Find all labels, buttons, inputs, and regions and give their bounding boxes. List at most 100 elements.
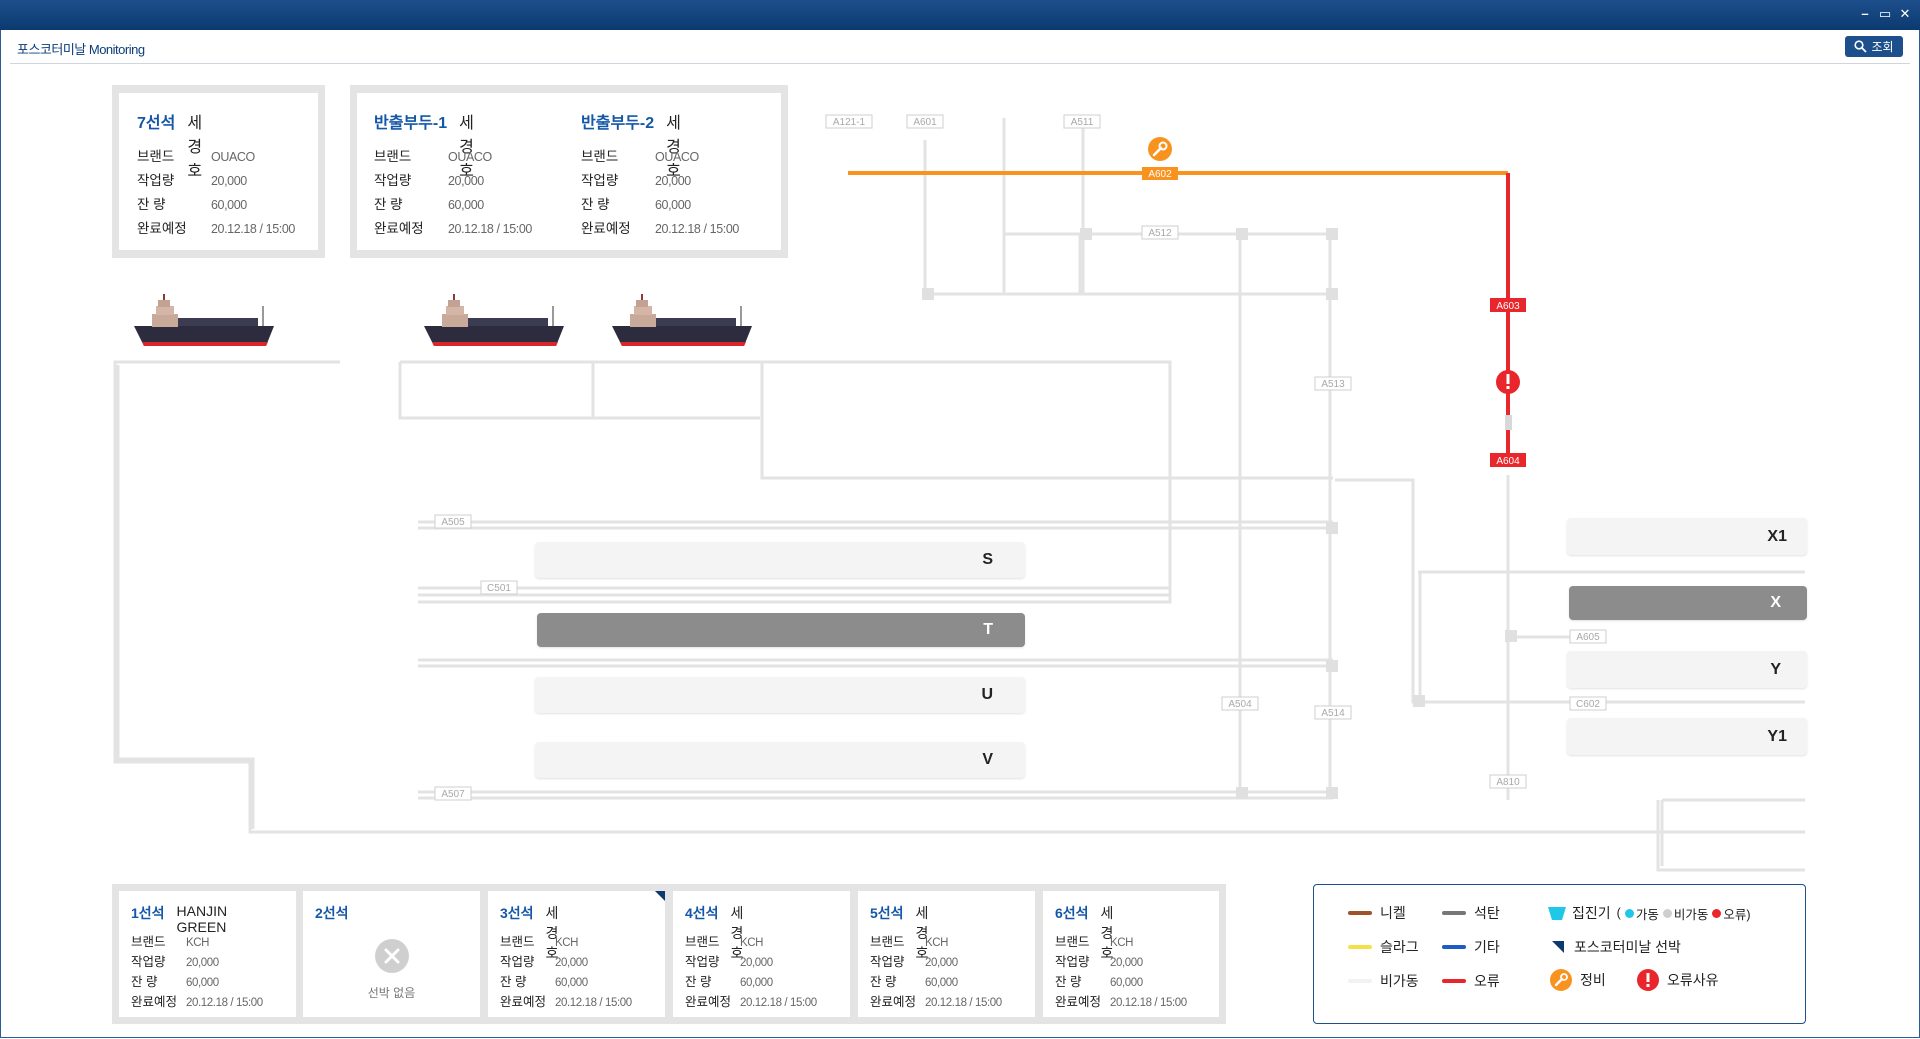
remain-row: 잔 량 60,000 bbox=[131, 971, 219, 990]
legend-collector: 집진기 ( 가동 비가동 오류) bbox=[1548, 903, 1751, 923]
status-conveyor-labels: A602 A603 A604 bbox=[1142, 167, 1526, 467]
label-a810: A810 bbox=[1496, 777, 1520, 788]
berth-1-card[interactable]: 1선석 HANJIN GREEN 브랜드 KCH 작업량 20,000 잔 량 60,0… bbox=[119, 891, 296, 1017]
eta-row: 완료예정 20.12.18 / 15:00 bbox=[131, 991, 263, 1010]
berth-2-card[interactable]: 2선석 선박 없음 bbox=[303, 891, 480, 1017]
conveyor-gap bbox=[1505, 415, 1512, 430]
yard-u[interactable]: U bbox=[535, 677, 1025, 713]
brand-row: 브랜드 KCH bbox=[131, 931, 209, 950]
work-label: 작업량 bbox=[131, 955, 166, 969]
yard-label: T bbox=[983, 621, 993, 638]
yard-x[interactable]: X bbox=[1569, 586, 1807, 620]
inactive-swatch bbox=[1348, 979, 1372, 983]
berth-4-card[interactable]: 4선석 세경호 브랜드 KCH 작업량 20,000 잔 량 60,000 완료예정 20… bbox=[673, 891, 850, 1017]
label-a121-1: A121-1 bbox=[833, 117, 866, 128]
eta-value: 20.12.18 / 15:00 bbox=[925, 997, 1002, 1009]
legend-label: 오류 bbox=[1474, 973, 1500, 989]
card-title: 4선석 세경호 bbox=[685, 903, 743, 961]
berth-name: 6선석 bbox=[1055, 905, 1089, 921]
legend-label: 석탄 bbox=[1474, 905, 1500, 921]
yard-label: U bbox=[981, 686, 993, 703]
remain-row: 잔 량 60,000 bbox=[870, 971, 958, 990]
label-a603: A603 bbox=[1496, 301, 1520, 312]
work-label: 작업량 bbox=[1055, 955, 1090, 969]
remain-label: 잔 량 bbox=[1055, 975, 1082, 989]
legend-label: 기타 bbox=[1474, 939, 1500, 955]
brand-label: 브랜드 bbox=[500, 935, 535, 949]
eta-value: 20.12.18 / 15:00 bbox=[1110, 997, 1187, 1009]
yard-x1[interactable]: X1 bbox=[1567, 518, 1807, 555]
legend-error: 오류 bbox=[1442, 971, 1500, 991]
error-alert-icon[interactable] bbox=[1496, 370, 1520, 394]
other-swatch bbox=[1442, 945, 1466, 949]
label-a511: A511 bbox=[1071, 117, 1094, 128]
brand-value: KCH bbox=[740, 937, 764, 949]
legend-label: 포스코터미날 선박 bbox=[1574, 939, 1681, 955]
collector-states: ( 가동 비가동 오류) bbox=[1617, 904, 1751, 923]
junction-markers bbox=[922, 228, 1517, 799]
error-label: 오류) bbox=[1723, 907, 1751, 922]
berth-3-card[interactable]: 3선석 세경호 브랜드 KCH 작업량 20,000 잔 량 60,000 완료예정 20… bbox=[488, 891, 665, 1017]
no-ship-icon bbox=[375, 939, 409, 973]
remain-row: 잔 량 60,000 bbox=[1055, 971, 1143, 990]
brand-row: 브랜드 KCH bbox=[685, 931, 763, 950]
eta-label: 완료예정 bbox=[500, 995, 547, 1009]
work-value: 20,000 bbox=[740, 957, 773, 969]
legend-maintenance: 정비 bbox=[1550, 969, 1606, 991]
operating-dot-icon bbox=[1624, 908, 1634, 918]
yard-y[interactable]: Y bbox=[1567, 651, 1807, 688]
card-title: 1선석 HANJIN GREEN bbox=[131, 903, 227, 935]
brand-row: 브랜드 KCH bbox=[870, 931, 948, 950]
label-c602: C602 bbox=[1576, 699, 1600, 710]
berth-5-card[interactable]: 5선석 세경호 브랜드 KCH 작업량 20,000 잔 량 60,000 완료예정 20… bbox=[858, 891, 1035, 1017]
yard-label: Y1 bbox=[1767, 727, 1787, 745]
card-title: 3선석 세경호 bbox=[500, 903, 558, 961]
card-title: 5선석 세경호 bbox=[870, 903, 928, 961]
work-value: 20,000 bbox=[186, 957, 219, 969]
label-a513: A513 bbox=[1321, 379, 1345, 390]
berth-name: 4선석 bbox=[685, 905, 719, 921]
legend-label: 오류사유 bbox=[1667, 972, 1719, 988]
legend: 니켈 슬라그 비가동 석탄 기타 오류 집진기 ( 가동 비가동 오류) 포스코… bbox=[1313, 884, 1806, 1024]
card-title: 2선석 bbox=[315, 903, 349, 923]
work-label: 작업량 bbox=[500, 955, 535, 969]
label-a504: A504 bbox=[1228, 699, 1252, 710]
yard-label: X1 bbox=[1767, 527, 1787, 545]
label-a505: A505 bbox=[441, 517, 465, 528]
label-a601: A601 bbox=[913, 117, 937, 128]
eta-label: 완료예정 bbox=[870, 995, 917, 1009]
brand-value: KCH bbox=[555, 937, 579, 949]
eta-label: 완료예정 bbox=[131, 995, 178, 1009]
posco-ship-marker-icon bbox=[655, 891, 665, 901]
maintenance-wrench-icon[interactable] bbox=[1148, 137, 1172, 161]
legend-slag: 슬라그 bbox=[1348, 937, 1419, 957]
eta-row: 완료예정 20.12.18 / 15:00 bbox=[685, 991, 817, 1010]
legend-coal: 석탄 bbox=[1442, 903, 1500, 923]
brand-label: 브랜드 bbox=[1055, 935, 1090, 949]
yard-v[interactable]: V bbox=[535, 742, 1025, 778]
remain-label: 잔 량 bbox=[685, 975, 712, 989]
legend-posco-ship: 포스코터미날 선박 bbox=[1552, 937, 1681, 957]
yard-y1[interactable]: Y1 bbox=[1567, 718, 1807, 755]
berth-6-card[interactable]: 6선석 세경호 브랜드 KCH 작업량 20,000 잔 량 60,000 완료예정 20… bbox=[1043, 891, 1219, 1017]
yard-s[interactable]: S bbox=[535, 542, 1025, 578]
remain-label: 잔 량 bbox=[500, 975, 527, 989]
brand-label: 브랜드 bbox=[131, 935, 166, 949]
legend-label: 집진기 bbox=[1572, 905, 1611, 921]
work-value: 20,000 bbox=[555, 957, 588, 969]
alert-icon bbox=[1637, 969, 1659, 991]
yard-t[interactable]: T bbox=[537, 613, 1025, 647]
collector-icon bbox=[1548, 906, 1566, 920]
label-a512: A512 bbox=[1148, 228, 1172, 239]
brand-label: 브랜드 bbox=[870, 935, 905, 949]
remain-value: 60,000 bbox=[740, 977, 773, 989]
no-ship-label: 선박 없음 bbox=[367, 986, 416, 1000]
work-row: 작업량 20,000 bbox=[500, 951, 588, 970]
nickel-swatch bbox=[1348, 911, 1372, 915]
yard-label: X bbox=[1770, 594, 1781, 611]
card-title: 6선석 세경호 bbox=[1055, 903, 1113, 961]
non-operating-dot-icon bbox=[1662, 908, 1672, 918]
work-label: 작업량 bbox=[870, 955, 905, 969]
non-operating-label: 비가동 bbox=[1673, 907, 1709, 922]
berth-name: 1선석 bbox=[131, 905, 165, 921]
